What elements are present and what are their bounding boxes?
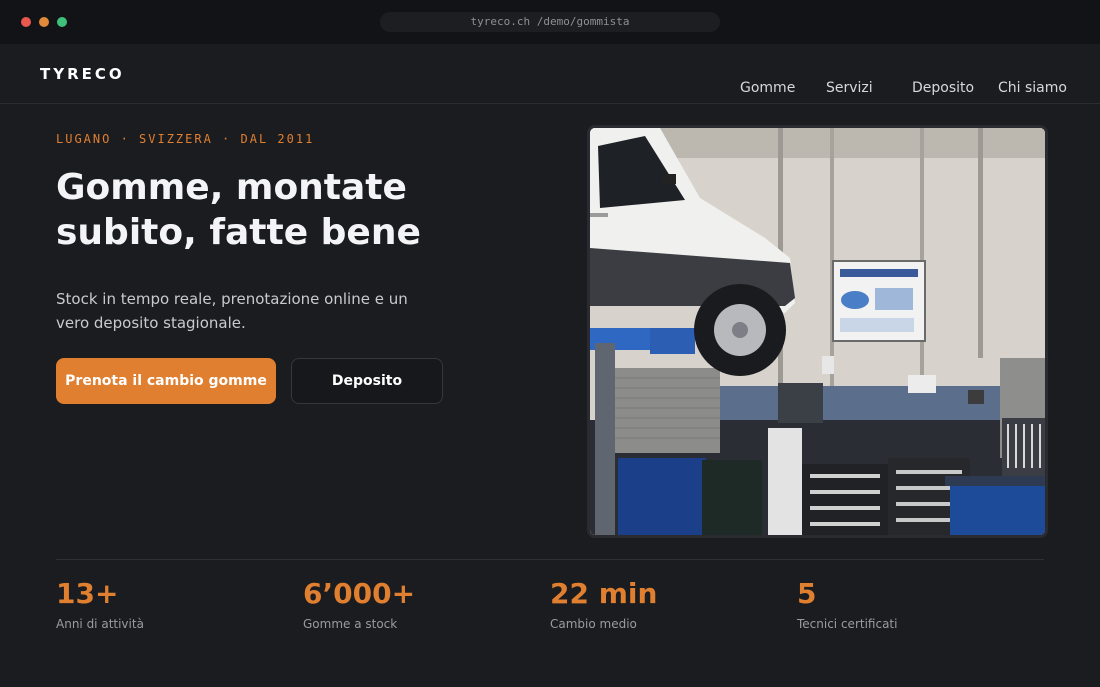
stat-average-change: 22 min Cambio medio: [550, 576, 657, 631]
stat-years: 13+ Anni di attività: [56, 576, 144, 631]
book-tyre-change-button[interactable]: Prenota il cambio gomme: [56, 358, 276, 404]
hero-eyebrow: LUGANO · SVIZZERA · DAL 2011: [56, 132, 315, 146]
nav-link-gomme[interactable]: Gomme: [740, 80, 795, 96]
stat-value: 13+: [56, 577, 119, 610]
stat-tyres-stock: 6’000+ Gomme a stock: [303, 576, 415, 631]
address-bar[interactable]: tyreco.ch /demo/gommista: [380, 12, 720, 32]
stats-divider: [56, 559, 1044, 560]
stat-label: Gomme a stock: [303, 617, 398, 631]
stat-value: 5: [797, 577, 817, 610]
hero-lead: Stock in tempo reale, prenotazione onlin…: [56, 290, 408, 332]
close-window-icon[interactable]: [21, 17, 31, 27]
browser-chrome: tyreco.ch /demo/gommista: [0, 0, 1100, 44]
site-logo[interactable]: TYRECO: [40, 65, 125, 83]
stat-label: Cambio medio: [550, 617, 637, 631]
hero-headline: Gomme, montate subito, fatte bene: [56, 167, 421, 253]
site-header: TYRECO Gomme Servizi Deposito Chi siamo: [0, 44, 1100, 104]
nav-link-deposito[interactable]: Deposito: [912, 80, 974, 96]
nav-link-chi-siamo[interactable]: Chi siamo: [998, 80, 1067, 96]
stat-value: 22 min: [550, 577, 658, 610]
stat-label: Anni di attività: [56, 617, 144, 631]
minimize-window-icon[interactable]: [39, 17, 49, 27]
stat-technicians: 5 Tecnici certificati: [797, 576, 897, 631]
garage-photo: [587, 125, 1048, 538]
maximize-window-icon[interactable]: [57, 17, 67, 27]
stat-label: Tecnici certificati: [797, 617, 898, 631]
stat-value: 6’000+: [303, 577, 416, 610]
deposit-button[interactable]: Deposito: [291, 358, 443, 404]
garage-photo-icon: [590, 128, 1045, 535]
nav-link-servizi[interactable]: Servizi: [826, 80, 873, 96]
